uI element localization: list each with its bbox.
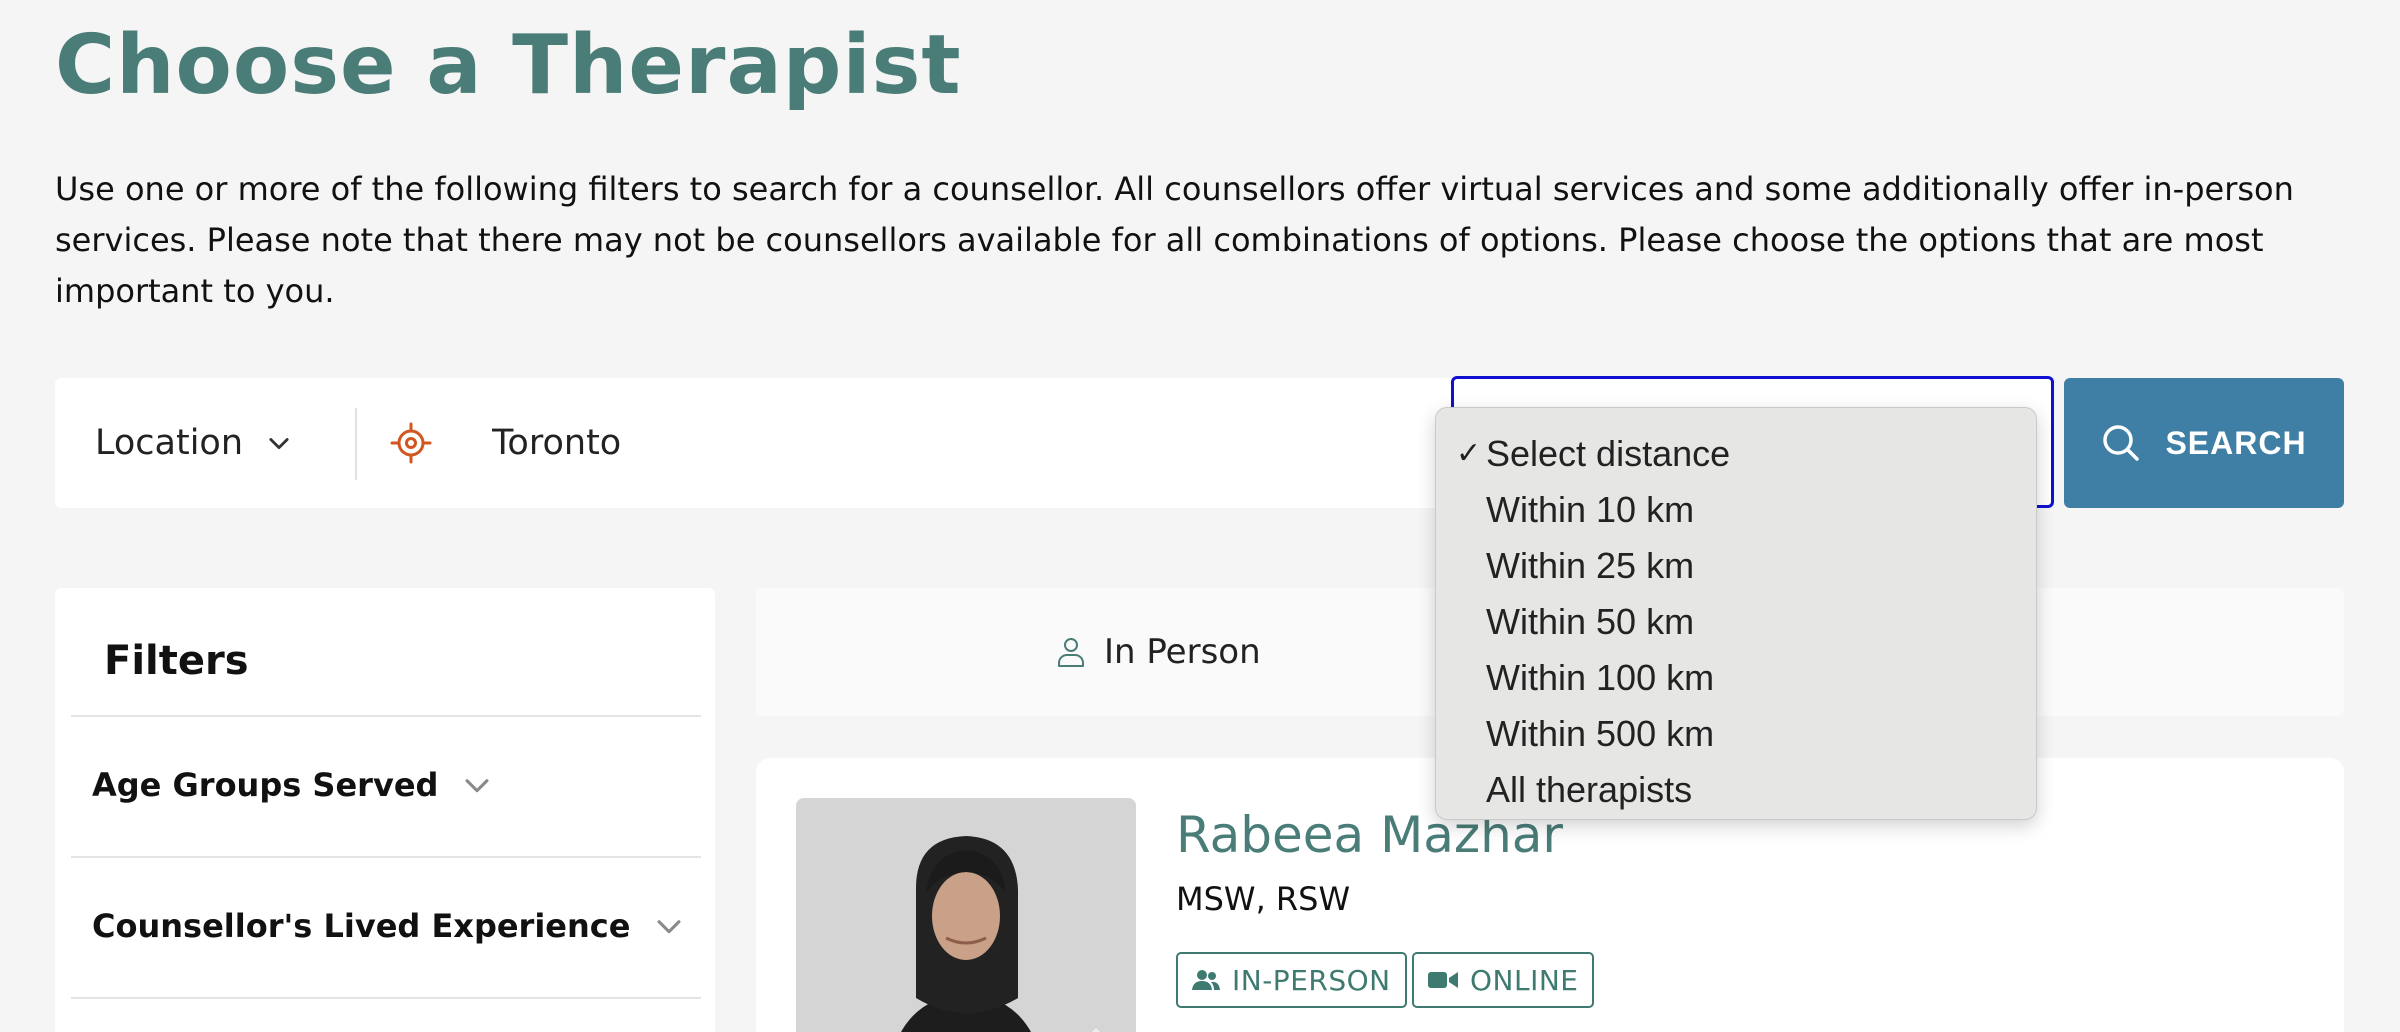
distance-option-label: All therapists [1486,769,1693,810]
distance-dropdown: ✓ Select distance Within 10 km Within 25 km… [1435,407,2037,820]
divider [355,408,357,480]
distance-option-label: Within 50 km [1486,601,1695,642]
divider [71,715,701,717]
distance-option-label: Select distance [1486,433,1731,474]
distance-option[interactable]: Within 50 km [1436,594,2036,650]
divider [71,997,701,999]
chevron-down-icon [657,920,681,934]
distance-option-label: Within 25 km [1486,545,1695,586]
filter-lived-experience[interactable]: Counsellor's Lived Experience [92,907,686,945]
chevron-down-icon [269,438,289,450]
distance-option-label: Within 500 km [1486,713,1715,754]
filters-title: Filters [104,638,249,684]
in-person-badge: IN-PERSON [1176,952,1407,1008]
tab-label: In Person [1104,632,1261,672]
online-badge: ONLINE [1412,952,1595,1008]
video-camera-icon [1428,972,1458,988]
filter-age-groups[interactable]: Age Groups Served [92,766,494,804]
divider [71,856,701,858]
counsellor-credentials: MSW, RSW [1176,880,1351,918]
locate-icon[interactable] [390,422,432,464]
tab-in-person[interactable]: In Person [1056,588,1261,716]
location-type-select[interactable]: Location [95,378,293,508]
counsellor-photo [796,798,1136,1032]
checkmark-icon: ✓ [1456,437,1482,470]
filter-label: Counsellor's Lived Experience [92,907,631,945]
location-select-label: Location [95,423,244,463]
distance-option-label: Within 10 km [1486,489,1695,530]
person-icon [1058,638,1084,667]
chevron-down-icon [465,779,489,793]
distance-option[interactable]: Within 25 km [1436,538,2036,594]
badge-label: ONLINE [1470,963,1579,997]
distance-option-label: Within 100 km [1486,657,1715,698]
filters-panel: Filters Age Groups Served Counsellor's L… [55,588,715,1032]
distance-option[interactable]: Within 10 km [1436,482,2036,538]
search-button[interactable]: SEARCH [2064,378,2344,508]
filter-label: Age Groups Served [92,766,439,804]
distance-option[interactable]: ✓ Select distance [1436,426,2036,482]
distance-option[interactable]: All therapists [1436,762,2036,818]
badge-label: IN-PERSON [1232,963,1391,997]
location-input[interactable] [492,408,1442,478]
page-title: Choose a Therapist [55,18,962,113]
distance-option[interactable]: Within 500 km [1436,706,2036,762]
search-button-label: SEARCH [2165,424,2307,461]
intro-text: Use one or more of the following filters… [55,170,2294,310]
people-icon [1192,970,1220,990]
search-icon [2103,425,2140,461]
distance-option[interactable]: Within 100 km [1436,650,2036,706]
